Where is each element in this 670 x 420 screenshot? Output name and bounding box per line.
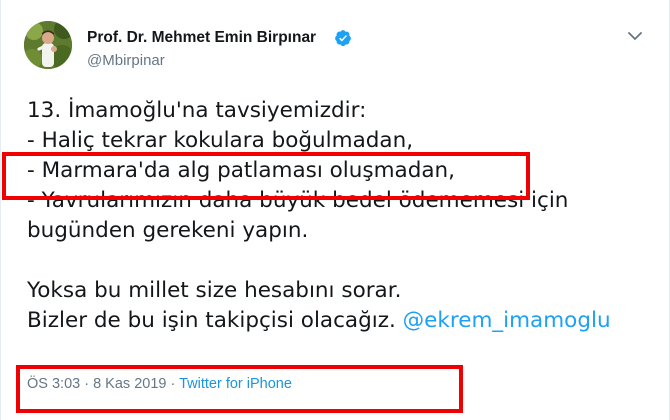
tweet-text-line: Yoksa bu millet size hesabını sorar.	[27, 278, 402, 303]
mention-link[interactable]: @ekrem_imamoglu	[403, 308, 611, 333]
tweet-text-segment: Bizler de bu işin takipçisi olacağız.	[27, 308, 403, 333]
verified-badge-icon	[335, 30, 351, 47]
author-handle[interactable]: @Mbirpinar	[87, 52, 165, 69]
tweet-text-line: Bizler de bu işin takipçisi olacağız. @e…	[27, 306, 657, 336]
avatar[interactable]	[24, 21, 72, 69]
tweet-text-line: bugünden gerekeni yapın.	[27, 218, 309, 243]
tweet-text-blank-line	[27, 246, 657, 276]
highlight-box	[2, 152, 530, 200]
tweet-text: 13. İmamoğlu'na tavsiyemizdir: - Haliç t…	[27, 96, 657, 336]
author-display-name[interactable]: Prof. Dr. Mehmet Emin Birpınar	[87, 29, 316, 47]
highlight-box	[16, 365, 463, 413]
tweet-text-line: 13. İmamoğlu'na tavsiyemizdir:	[27, 98, 367, 123]
tweet-card: Prof. Dr. Mehmet Emin Birpınar @Mbirpina…	[0, 0, 670, 420]
chevron-down-icon[interactable]	[627, 30, 643, 42]
avatar-photo-icon	[24, 21, 72, 69]
